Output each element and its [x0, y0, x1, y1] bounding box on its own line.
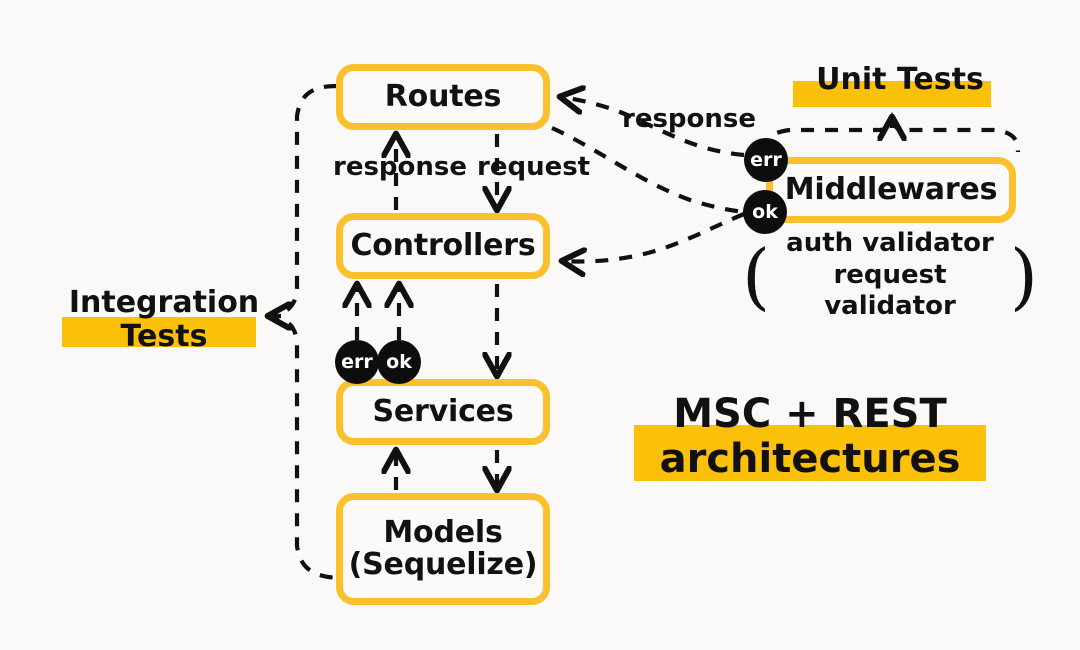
badge-ok-middlewares-label: ok: [752, 201, 778, 223]
node-models-label: Models (Sequelize): [348, 514, 538, 582]
node-routes[interactable]: Routes: [336, 64, 550, 130]
edge-label-response-right: response: [622, 104, 757, 134]
brace-unit-tests: [763, 111, 1021, 153]
badge-ok-services: ok: [377, 340, 421, 384]
unit-tests-label: Unit Tests: [816, 62, 984, 97]
node-middlewares[interactable]: Middlewares: [766, 157, 1016, 223]
edge-label-response-left: response: [333, 152, 468, 182]
badge-err-middlewares: err: [744, 138, 788, 182]
badge-err-services-label: err: [341, 351, 373, 373]
architecture-title-line1: MSC + REST: [673, 391, 947, 437]
node-controllers[interactable]: Controllers: [336, 213, 550, 279]
node-middlewares-label: Middlewares: [784, 171, 998, 207]
node-controllers-label: Controllers: [350, 227, 536, 263]
middleware-validators-group: ( auth validator request validator ): [742, 228, 1038, 323]
node-routes-label: Routes: [384, 78, 502, 114]
diagram-canvas: Routes Controllers Services Models (Sequ…: [0, 0, 1080, 650]
validator-list: auth validator request validator: [770, 228, 1010, 323]
callout-unit-tests: Unit Tests: [790, 62, 1010, 107]
badge-ok-middlewares: ok: [743, 190, 787, 234]
callout-integration-tests: Integration Tests: [44, 286, 284, 353]
node-services-label: Services: [372, 393, 514, 429]
integration-tests-label-line1: Integration: [68, 285, 260, 320]
validator-item-auth: auth validator: [786, 228, 994, 258]
node-services[interactable]: Services: [336, 379, 550, 445]
badge-err-middlewares-label: err: [750, 149, 782, 171]
close-paren: ): [1009, 233, 1038, 318]
node-models[interactable]: Models (Sequelize): [336, 493, 550, 605]
open-paren: (: [742, 233, 771, 318]
edge-middleware-ok-to-controllers: [564, 212, 745, 261]
validator-item-request: request validator: [824, 259, 956, 322]
badge-ok-services-label: ok: [386, 351, 412, 373]
architecture-title-line2: architectures: [659, 435, 961, 482]
callout-architecture-title: MSC + REST architectures: [620, 392, 1000, 482]
integration-tests-label-line2: Tests: [120, 318, 208, 354]
badge-err-services: err: [335, 340, 379, 384]
edge-label-request: request: [477, 152, 591, 182]
